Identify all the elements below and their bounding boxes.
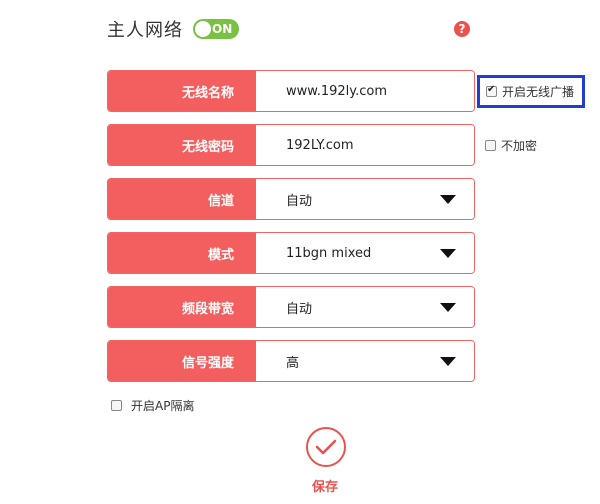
signal-select[interactable]: 高 bbox=[256, 341, 474, 381]
bandwidth-row: 频段带宽 自动 bbox=[107, 286, 475, 328]
ssid-row: 无线名称 www.192ly.com bbox=[107, 70, 475, 112]
network-toggle[interactable]: ON bbox=[193, 19, 239, 39]
ap-isolation-option[interactable]: 开启AP隔离 bbox=[111, 397, 194, 414]
no-encryption-checkbox[interactable] bbox=[485, 140, 496, 151]
network-header: 主人网络 ON bbox=[107, 16, 239, 42]
broadcast-option[interactable]: 开启无线广播 bbox=[477, 75, 585, 108]
ssid-label: 无线名称 bbox=[108, 71, 256, 111]
password-label: 无线密码 bbox=[108, 125, 256, 165]
channel-select[interactable]: 自动 bbox=[256, 179, 474, 219]
channel-value: 自动 bbox=[286, 193, 313, 209]
ap-isolation-label: 开启AP隔离 bbox=[131, 399, 195, 413]
toggle-knob bbox=[195, 21, 211, 37]
help-icon[interactable]: ? bbox=[454, 21, 470, 37]
channel-label: 信道 bbox=[108, 179, 256, 219]
signal-row: 信号强度 高 bbox=[107, 340, 475, 382]
toggle-label: ON bbox=[212, 22, 233, 36]
broadcast-checkbox[interactable] bbox=[486, 84, 497, 97]
channel-row: 信道 自动 bbox=[107, 178, 475, 220]
bandwidth-select[interactable]: 自动 bbox=[256, 287, 474, 327]
bandwidth-value: 自动 bbox=[286, 301, 313, 317]
bandwidth-label: 频段带宽 bbox=[108, 287, 256, 327]
mode-label: 模式 bbox=[108, 233, 256, 273]
save-label[interactable]: 保存 bbox=[312, 476, 338, 495]
mode-row: 模式 11bgn mixed bbox=[107, 232, 475, 274]
mode-value: 11bgn mixed bbox=[286, 245, 372, 261]
mode-select[interactable]: 11bgn mixed bbox=[256, 233, 474, 273]
chevron-down-icon bbox=[440, 195, 456, 204]
chevron-down-icon bbox=[440, 303, 456, 312]
chevron-down-icon bbox=[440, 249, 456, 258]
chevron-down-icon bbox=[440, 357, 456, 366]
ssid-input[interactable]: www.192ly.com bbox=[256, 71, 474, 111]
signal-label: 信号强度 bbox=[108, 341, 256, 381]
password-input[interactable]: 192LY.com bbox=[256, 125, 474, 165]
signal-value: 高 bbox=[286, 355, 300, 371]
save-button[interactable] bbox=[306, 427, 346, 467]
page-title: 主人网络 bbox=[107, 20, 183, 41]
password-row: 无线密码 192LY.com bbox=[107, 124, 475, 166]
no-encryption-option[interactable]: 不加密 bbox=[485, 137, 537, 154]
no-encryption-label: 不加密 bbox=[501, 139, 538, 153]
checkmark-icon bbox=[315, 439, 337, 455]
ap-isolation-checkbox[interactable] bbox=[111, 400, 122, 411]
broadcast-label: 开启无线广播 bbox=[502, 85, 575, 99]
